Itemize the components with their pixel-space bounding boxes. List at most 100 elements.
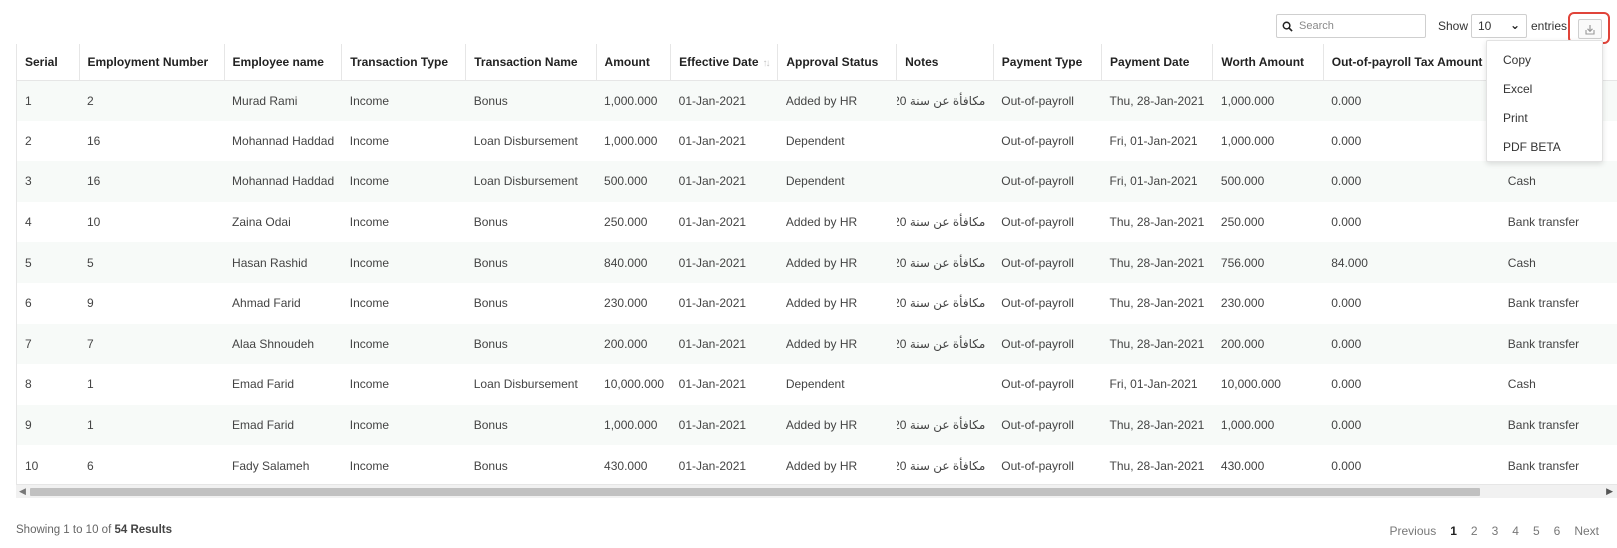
table-row[interactable]: 9 1 Emad Farid Income Bonus 1,000.000 01-Jan-2… xyxy=(17,404,1617,446)
column-header[interactable]: Employee name xyxy=(224,44,343,81)
table-cell: 840.000 xyxy=(596,242,671,283)
column-header[interactable]: Serial xyxy=(17,44,80,81)
table-cell: Income xyxy=(341,80,466,121)
table-cell: 9 xyxy=(79,282,225,324)
pager-page-1[interactable]: 1 xyxy=(1450,524,1457,538)
pager-page-3[interactable]: 3 xyxy=(1492,524,1499,538)
export-copy[interactable]: Copy xyxy=(1487,46,1602,75)
table-cell: Bonus xyxy=(465,282,597,324)
pager-page-5[interactable]: 5 xyxy=(1533,524,1540,538)
table-cell: 16 xyxy=(79,120,225,162)
column-header-label: Amount xyxy=(604,54,650,69)
column-header[interactable]: Amount xyxy=(596,44,672,81)
column-header[interactable]: Transaction Name xyxy=(465,44,597,81)
table-cell: 5 xyxy=(79,242,225,283)
pager-page-2[interactable]: 2 xyxy=(1471,524,1478,538)
column-header[interactable]: Payment Type xyxy=(993,44,1103,81)
table-row[interactable]: 2 16 Mohannad Haddad Income Loan Disbursemen… xyxy=(17,120,1617,162)
table-cell: Loan Disbursement xyxy=(465,161,597,202)
pager-page-4[interactable]: 4 xyxy=(1512,524,1519,538)
table-row[interactable]: 7 7 Alaa Shnoudeh Income Bonus 200.000 01-Jan-… xyxy=(17,323,1617,365)
search-box[interactable] xyxy=(1276,14,1426,38)
column-header[interactable]: Notes xyxy=(896,44,994,81)
column-header-label: Effective Date xyxy=(679,54,759,69)
column-header[interactable]: Out-of-payroll Tax Amount xyxy=(1323,44,1501,81)
table-cell: Bonus xyxy=(465,323,597,365)
table-cell: مكافأة عن سنة 2020 xyxy=(896,323,994,365)
table-cell xyxy=(896,161,994,202)
table-row[interactable]: 6 9 Ahmad Farid Income Bonus 230.000 01-Jan-20… xyxy=(17,282,1617,324)
column-header-label: Worth Amount xyxy=(1221,54,1305,69)
pager-previous[interactable]: Previous xyxy=(1390,524,1437,538)
column-header[interactable]: Effective Date ↑↓ xyxy=(670,44,779,81)
table-cell: Bonus xyxy=(465,404,597,446)
column-header[interactable]: Transaction Type xyxy=(341,44,467,81)
table-cell: Added by HR xyxy=(777,445,897,484)
table-cell: 10,000.000 xyxy=(596,364,671,405)
entries-select[interactable]: 10 ⌄ xyxy=(1471,14,1527,38)
table-cell: Income xyxy=(341,323,466,365)
table-cell: Bonus xyxy=(465,445,597,484)
table-cell: Thu, 28-Jan-2021 xyxy=(1101,80,1213,121)
table-cell: Income xyxy=(341,242,466,283)
table-cell: Zaina Odai xyxy=(224,201,342,243)
pager-next[interactable]: Next xyxy=(1574,524,1599,538)
column-header-label: Notes xyxy=(905,54,939,69)
table-cell: Out-of-payroll xyxy=(993,282,1102,324)
table-cell: Out-of-payroll xyxy=(993,161,1102,202)
column-header[interactable]: Employment Number xyxy=(79,44,225,81)
table-cell: Income xyxy=(341,404,466,446)
table-cell: 10,000.000 xyxy=(1212,364,1324,405)
table-cell: Bonus xyxy=(465,201,597,243)
table-cell: Dependent xyxy=(777,120,897,162)
table-cell: Added by HR xyxy=(777,282,897,324)
column-header[interactable]: Payment Date xyxy=(1101,44,1214,81)
table-cell: 250.000 xyxy=(596,201,671,243)
table-cell: مكافأة عن سنة 2020 xyxy=(896,242,994,283)
column-header[interactable]: Approval Status xyxy=(777,44,898,81)
table-cell: 01-Jan-2021 xyxy=(670,80,778,121)
data-table-container: Serial Employment Number Employee name Tran… xyxy=(16,44,1617,484)
pager-page-6[interactable]: 6 xyxy=(1554,524,1561,538)
table-cell: Thu, 28-Jan-2021 xyxy=(1101,282,1213,324)
table-cell: Added by HR xyxy=(777,80,897,121)
table-cell: Thu, 28-Jan-2021 xyxy=(1101,445,1213,484)
table-cell: Income xyxy=(341,364,466,405)
table-cell: Out-of-payroll xyxy=(993,242,1102,283)
export-pdf[interactable]: PDF BETA xyxy=(1487,133,1602,162)
table-cell: Income xyxy=(341,120,466,162)
table-cell: Added by HR xyxy=(777,201,897,243)
table-header-row: Serial Employment Number Employee name Tran… xyxy=(17,44,1617,81)
search-input[interactable] xyxy=(1297,16,1417,36)
table-cell: مكافأة عن سنة 2020 xyxy=(896,282,994,324)
table-cell: Out-of-payroll xyxy=(993,404,1102,446)
table-cell: 0.000 xyxy=(1323,364,1500,405)
table-row[interactable]: 1 2 Murad Rami Income Bonus 1,000.000 01-Jan-2… xyxy=(17,80,1617,121)
table-row[interactable]: 3 16 Mohannad Haddad Income Loan Disbursemen… xyxy=(17,161,1617,202)
export-button[interactable] xyxy=(1578,19,1602,39)
table-row[interactable]: 5 5 Hasan Rashid Income Bonus 840.000 01-Jan-2… xyxy=(17,242,1617,283)
horizontal-scrollbar[interactable]: ◀ ▶ xyxy=(16,484,1617,498)
table-cell: 0.000 xyxy=(1323,161,1500,202)
scroll-right-arrow-icon[interactable]: ▶ xyxy=(1606,486,1613,497)
scroll-left-arrow-icon[interactable]: ◀ xyxy=(19,486,26,497)
pagination: Previous 1 2 3 4 5 6 Next xyxy=(1376,524,1600,538)
table-row[interactable]: 8 1 Emad Farid Income Loan Disbursement 10,00… xyxy=(17,364,1617,405)
table-cell: مكافأة عن سنة 2020 xyxy=(896,445,994,484)
table-cell: Ahmad Farid xyxy=(224,282,342,324)
sort-icon[interactable]: ↑↓ xyxy=(763,58,771,69)
table-cell: Out-of-payroll xyxy=(993,80,1102,121)
table-cell: Out-of-payroll xyxy=(993,323,1102,365)
table-cell: مكافأة عن سنة 2020 xyxy=(896,404,994,446)
table-cell: Dependent xyxy=(777,161,897,202)
export-print[interactable]: Print xyxy=(1487,104,1602,133)
scrollbar-thumb[interactable] xyxy=(30,488,1480,496)
table-row[interactable]: 10 6 Fady Salameh Income Bonus 430.000 01-Jan-… xyxy=(17,445,1617,484)
table-row[interactable]: 4 10 Zaina Odai Income Bonus 250.000 01-Jan-20… xyxy=(17,201,1617,243)
column-header[interactable]: Worth Amount xyxy=(1212,44,1324,81)
table-cell: 9 xyxy=(17,404,79,446)
column-header-label: Employee name xyxy=(232,54,324,69)
column-header-label: Transaction Type xyxy=(350,54,449,69)
export-excel[interactable]: Excel xyxy=(1487,75,1602,104)
table-cell: 1,000.000 xyxy=(596,120,671,162)
